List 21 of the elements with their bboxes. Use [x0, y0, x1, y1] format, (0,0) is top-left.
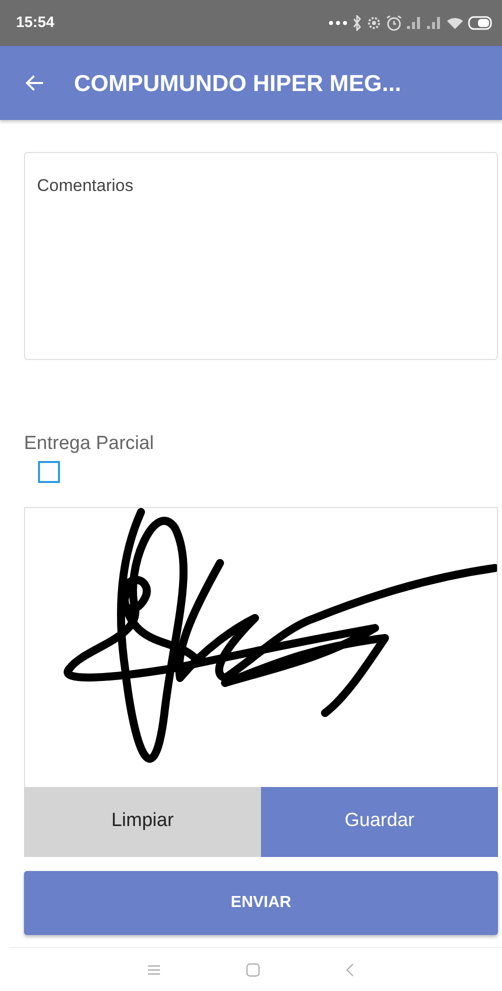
signal-icon [406, 16, 422, 30]
back-arrow-icon[interactable] [24, 74, 44, 92]
wifi-icon [446, 16, 464, 30]
gear-icon [366, 15, 382, 31]
bluetooth-icon [352, 15, 362, 31]
signature-pad[interactable] [24, 506, 498, 786]
app-title: COMPUMUNDO HIPER MEG... [74, 68, 402, 98]
partial-delivery-label: Entrega Parcial [24, 432, 155, 456]
battery-icon [468, 16, 494, 30]
menu-icon[interactable] [147, 964, 161, 976]
back-icon[interactable] [345, 962, 355, 978]
more-notifications-icon [328, 20, 348, 26]
partial-delivery-checkbox[interactable] [38, 460, 60, 482]
alarm-icon [386, 15, 402, 31]
save-button[interactable]: Guardar [261, 786, 498, 856]
signal-icon [426, 16, 442, 30]
clear-button[interactable]: Limpiar [24, 786, 261, 856]
home-icon[interactable] [245, 962, 261, 978]
comments-field[interactable]: Comentarios [24, 152, 498, 360]
status-time: 15:54 [16, 12, 54, 33]
send-button[interactable]: ENVIAR [24, 870, 498, 934]
